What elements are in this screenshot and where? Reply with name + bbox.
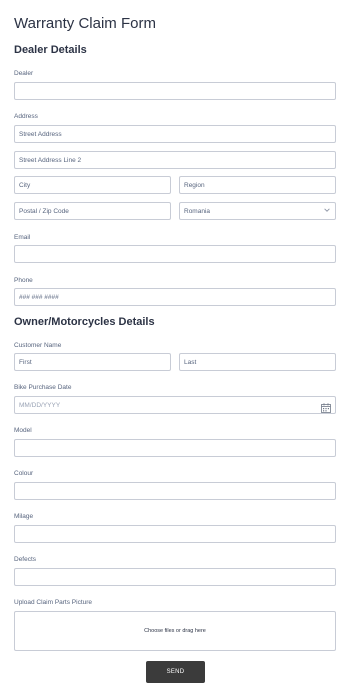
phone-input[interactable]: ### ### #### <box>14 288 336 306</box>
section-heading-dealer: Dealer Details <box>14 44 87 56</box>
calendar-icon[interactable] <box>321 400 331 413</box>
region-input[interactable]: Region <box>179 176 336 194</box>
postal-code-placeholder: Postal / Zip Code <box>19 208 69 215</box>
first-name-placeholder: First <box>19 359 32 366</box>
model-label: Model <box>14 427 32 434</box>
postal-code-input[interactable]: Postal / Zip Code <box>14 202 171 220</box>
street-address-line2-placeholder: Street Address Line 2 <box>19 157 82 164</box>
first-name-input[interactable]: First <box>14 353 171 371</box>
purchase-date-label: Bike Purchase Date <box>14 384 72 391</box>
city-placeholder: City <box>19 182 31 189</box>
defects-input[interactable] <box>14 568 336 586</box>
model-input[interactable] <box>14 439 336 457</box>
colour-input[interactable] <box>14 482 336 500</box>
last-name-input[interactable]: Last <box>179 353 336 371</box>
colour-label: Colour <box>14 470 34 477</box>
city-input[interactable]: City <box>14 176 171 194</box>
page-title: Warranty Claim Form <box>14 15 156 32</box>
country-select[interactable]: Romania <box>179 202 336 220</box>
send-button[interactable]: SEND <box>146 661 205 683</box>
customer-name-label: Customer Name <box>14 342 62 349</box>
section-heading-owner: Owner/Motorcycles Details <box>14 316 155 328</box>
address-label: Address <box>14 113 38 120</box>
upload-label: Upload Claim Parts Picture <box>14 599 93 606</box>
region-placeholder: Region <box>184 182 205 189</box>
last-name-placeholder: Last <box>184 359 197 366</box>
dealer-label: Dealer <box>14 70 34 77</box>
country-selected-value: Romania <box>184 208 211 215</box>
purchase-date-placeholder: MM/DD/YYYY <box>19 402 61 409</box>
email-label: Email <box>14 234 31 241</box>
street-address-placeholder: Street Address <box>19 131 62 138</box>
email-input[interactable] <box>14 245 336 263</box>
street-address-input[interactable]: Street Address <box>14 125 336 143</box>
dealer-input[interactable] <box>14 82 336 100</box>
milage-label: Milage <box>14 513 34 520</box>
upload-prompt: Choose files or drag here <box>144 628 206 634</box>
street-address-line2-input[interactable]: Street Address Line 2 <box>14 151 336 169</box>
phone-placeholder: ### ### #### <box>19 294 59 301</box>
phone-label: Phone <box>14 277 33 284</box>
chevron-down-icon <box>324 207 330 215</box>
purchase-date-input[interactable]: MM/DD/YYYY <box>14 396 336 414</box>
file-upload-dropzone[interactable]: Choose files or drag here <box>14 611 336 651</box>
milage-input[interactable] <box>14 525 336 543</box>
defects-label: Defects <box>14 556 37 563</box>
